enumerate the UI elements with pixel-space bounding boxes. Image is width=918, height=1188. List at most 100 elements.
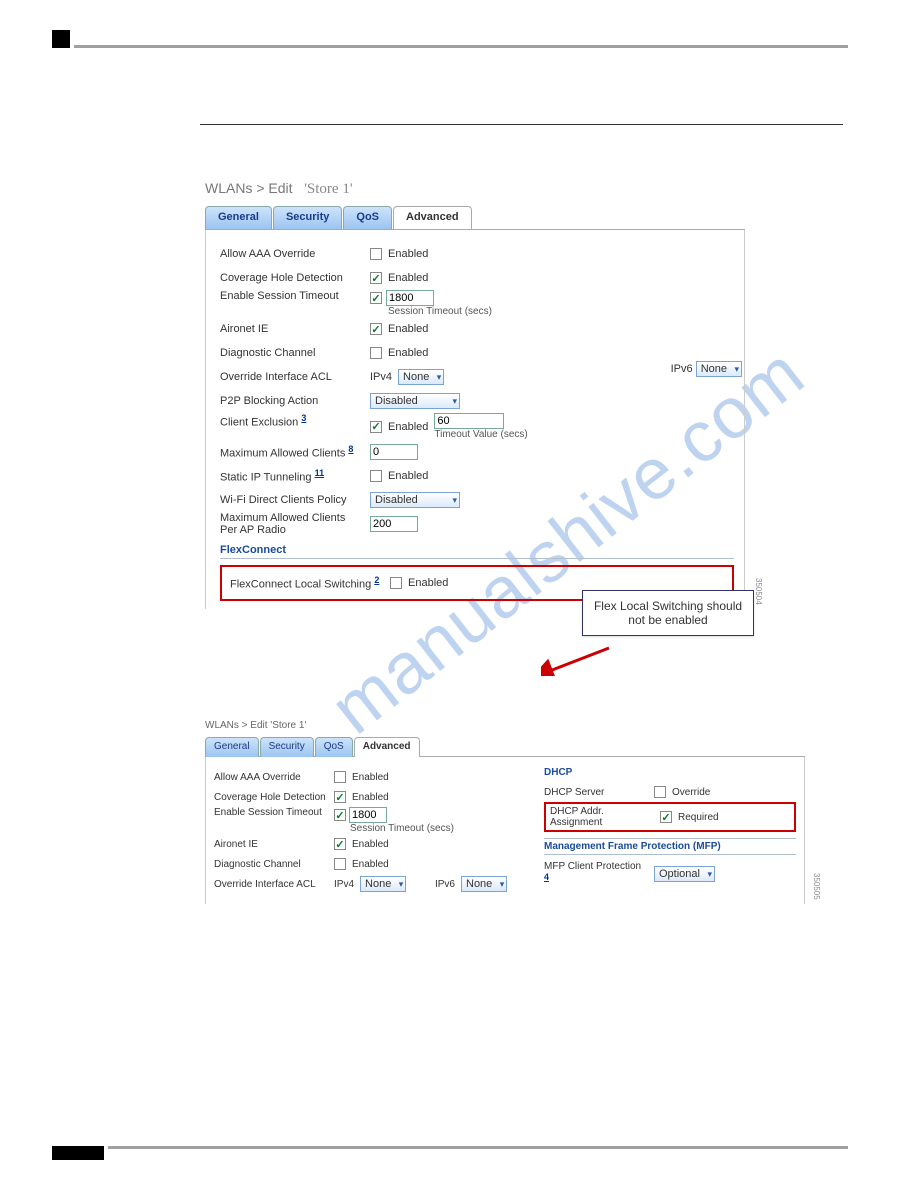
coverage-checkbox[interactable] (370, 272, 382, 284)
static-ip-text: Static IP Tunneling (220, 472, 312, 484)
flexconnect-header: FlexConnect (220, 544, 734, 559)
wifi-direct-select[interactable]: Disabled (370, 492, 460, 508)
callout-arrow-icon (541, 646, 611, 676)
figure-id: 350504 (754, 578, 763, 605)
breadcrumb-path: WLANs > Edit (205, 180, 293, 196)
static-ip-sup[interactable]: 11 (315, 468, 325, 478)
aironet-label: Aironet IE (214, 839, 334, 850)
footer-decoration (52, 1146, 848, 1160)
session-timeout-label: Enable Session Timeout (220, 290, 370, 302)
ipv4-label: IPv4 (370, 371, 392, 383)
client-exclusion-sup[interactable]: 3 (301, 413, 306, 423)
p2p-label: P2P Blocking Action (220, 395, 370, 407)
dhcp-addr-label: DHCP Addr. Assignment (550, 806, 660, 828)
coverage-enabled-text: Enabled (388, 272, 428, 284)
diagnostic-checkbox[interactable] (370, 347, 382, 359)
allow-aaa-enabled-text: Enabled (388, 248, 428, 260)
mfp-client-label: MFP Client Protection 4 (544, 861, 654, 887)
allow-aaa-label: Allow AAA Override (220, 248, 370, 260)
ipv6-group: IPv6 None (671, 361, 742, 377)
document-page: manualshive.com WLANs > Edit 'Store 1' G… (0, 0, 918, 1188)
allow-aaa-label: Allow AAA Override (214, 772, 334, 783)
figure-1-wlan-edit: WLANs > Edit 'Store 1' General Security … (205, 180, 745, 609)
dhcp-server-override-text: Override (672, 787, 710, 798)
coverage-label: Coverage Hole Detection (220, 272, 370, 284)
client-exclusion-timeout-sublabel: Timeout Value (secs) (434, 429, 527, 440)
aironet-checkbox[interactable] (370, 323, 382, 335)
allow-aaa-checkbox[interactable] (334, 771, 346, 783)
static-ip-label: Static IP Tunneling 11 (220, 468, 370, 484)
client-exclusion-label: Client Exclusion 3 (220, 413, 370, 429)
ipv6-label: IPv6 (671, 363, 693, 375)
breadcrumb: WLANs > Edit 'Store 1' (205, 720, 805, 731)
tab-advanced[interactable]: Advanced (354, 737, 420, 757)
ipv4-select[interactable]: None (360, 876, 406, 892)
aironet-checkbox[interactable] (334, 838, 346, 850)
allow-aaa-checkbox[interactable] (370, 248, 382, 260)
session-timeout-checkbox[interactable] (370, 292, 382, 304)
advanced-form: Allow AAA Override Enabled Coverage Hole… (205, 230, 745, 609)
tab-qos[interactable]: QoS (315, 737, 353, 757)
flex-local-switching-label: FlexConnect Local Switching 2 (230, 575, 390, 591)
session-timeout-checkbox[interactable] (334, 809, 346, 821)
tab-security[interactable]: Security (273, 206, 342, 229)
figure-id: 350505 (812, 873, 821, 900)
diagnostic-checkbox[interactable] (334, 858, 346, 870)
dhcp-addr-checkbox[interactable] (660, 811, 672, 823)
max-clients-text: Maximum Allowed Clients (220, 448, 345, 460)
coverage-enabled-text: Enabled (352, 792, 389, 803)
dhcp-addr-required-text: Required (678, 812, 719, 823)
override-acl-label: Override Interface ACL (214, 879, 334, 890)
session-timeout-sublabel: Session Timeout (secs) (350, 823, 454, 834)
breadcrumb: WLANs > Edit 'Store 1' (205, 180, 745, 198)
client-exclusion-text: Client Exclusion (220, 417, 298, 429)
client-exclusion-timeout-input[interactable] (434, 413, 504, 429)
mfp-client-text: MFP Client Protection (544, 861, 641, 872)
coverage-checkbox[interactable] (334, 791, 346, 803)
diagnostic-label: Diagnostic Channel (220, 347, 370, 359)
max-clients-input[interactable] (370, 444, 418, 460)
tab-qos[interactable]: QoS (343, 206, 392, 229)
diagnostic-enabled-text: Enabled (352, 859, 389, 870)
dhcp-server-checkbox[interactable] (654, 786, 666, 798)
horizontal-rule (200, 124, 843, 125)
tab-advanced[interactable]: Advanced (393, 206, 472, 229)
tab-general[interactable]: General (205, 206, 272, 229)
ipv6-label: IPv6 (435, 879, 455, 890)
session-timeout-input[interactable] (349, 807, 387, 823)
max-per-ap-input[interactable] (370, 516, 418, 532)
ipv4-select[interactable]: None (398, 369, 444, 385)
session-timeout-label: Enable Session Timeout (214, 807, 334, 818)
flex-local-checkbox[interactable] (390, 577, 402, 589)
tab-security[interactable]: Security (260, 737, 314, 757)
header-black-box (52, 30, 70, 48)
override-acl-label: Override Interface ACL (220, 371, 370, 383)
max-clients-label: Maximum Allowed Clients 8 (220, 444, 370, 460)
session-timeout-sublabel: Session Timeout (secs) (388, 306, 492, 317)
left-column: Allow AAA Override Enabled Coverage Hole… (214, 767, 514, 894)
tab-bar: General Security QoS Advanced (205, 737, 805, 757)
ipv6-select[interactable]: None (461, 876, 507, 892)
static-ip-checkbox[interactable] (370, 470, 382, 482)
max-clients-sup[interactable]: 8 (348, 444, 353, 454)
mfp-client-select[interactable]: Optional (654, 866, 715, 882)
aironet-label: Aironet IE (220, 323, 370, 335)
header-gray-line (74, 45, 848, 48)
flex-local-enabled-text: Enabled (408, 577, 448, 589)
client-exclusion-checkbox[interactable] (370, 421, 382, 433)
flex-local-sup[interactable]: 2 (374, 575, 379, 585)
footer-black-box (52, 1146, 104, 1160)
mfp-client-sup[interactable]: 4 (544, 872, 549, 882)
allow-aaa-enabled-text: Enabled (352, 772, 389, 783)
p2p-select[interactable]: Disabled (370, 393, 460, 409)
session-timeout-input[interactable] (386, 290, 434, 306)
tab-bar: General Security QoS Advanced (205, 206, 745, 230)
diagnostic-enabled-text: Enabled (388, 347, 428, 359)
ipv6-select[interactable]: None (696, 361, 742, 377)
breadcrumb-title: 'Store 1' (304, 181, 352, 197)
right-column: DHCP DHCP Server Override DHCP Addr. Ass… (544, 767, 796, 894)
client-exclusion-enabled-text: Enabled (388, 421, 428, 433)
tab-general[interactable]: General (205, 737, 259, 757)
max-per-ap-label: Maximum Allowed Clients Per AP Radio (220, 512, 370, 536)
figure-2-wlan-edit: WLANs > Edit 'Store 1' General Security … (205, 720, 805, 904)
